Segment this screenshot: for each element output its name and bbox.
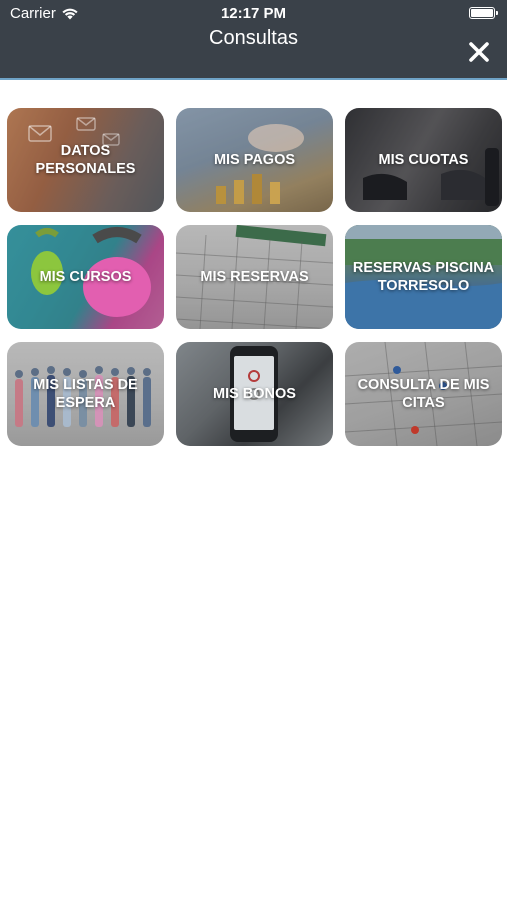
tile-label: MIS PAGOS bbox=[213, 152, 296, 168]
tile-datos-personales[interactable]: DATOS PERSONALES bbox=[7, 108, 164, 212]
header-divider bbox=[0, 78, 507, 80]
tile-label: CONSULTA DE MIS CITAS bbox=[357, 377, 490, 411]
close-icon bbox=[469, 42, 489, 62]
close-button[interactable] bbox=[467, 40, 491, 64]
tile-consulta-de-mis-citas[interactable]: CONSULTA DE MIS CITAS bbox=[345, 342, 502, 446]
tile-mis-cuotas[interactable]: MIS CUOTAS bbox=[345, 108, 502, 212]
tile-mis-cursos[interactable]: MIS CURSOS bbox=[7, 225, 164, 329]
tile-mis-bonos[interactable]: MIS BONOS bbox=[176, 342, 333, 446]
navigation-header: Carrier 12:17 PM Consultas bbox=[0, 0, 507, 79]
tile-label: MIS BONOS bbox=[213, 386, 296, 402]
tile-label: RESERVAS PISCINA TORRESOLO bbox=[352, 260, 495, 294]
tile-label: MIS LISTAS DE ESPERA bbox=[33, 377, 138, 411]
battery-icon bbox=[469, 7, 498, 19]
battery-tip bbox=[496, 11, 498, 15]
tile-reservas-piscina-torresolo[interactable]: RESERVAS PISCINA TORRESOLO bbox=[345, 225, 502, 329]
tile-mis-pagos[interactable]: MIS PAGOS bbox=[176, 108, 333, 212]
tile-mis-listas-de-espera[interactable]: MIS LISTAS DE ESPERA bbox=[7, 342, 164, 446]
tile-label: MIS RESERVAS bbox=[200, 269, 309, 285]
page-title: Consultas bbox=[209, 27, 298, 49]
status-time: 12:17 PM bbox=[220, 5, 287, 22]
tile-label: MIS CUOTAS bbox=[378, 152, 469, 168]
consultas-grid: DATOS PERSONALES MIS PAGOS MIS CUOTAS MI… bbox=[7, 108, 502, 446]
tile-label: MIS CURSOS bbox=[39, 269, 132, 285]
battery-level bbox=[471, 9, 493, 17]
status-bar: Carrier 12:17 PM bbox=[0, 0, 507, 26]
tile-mis-reservas[interactable]: MIS RESERVAS bbox=[176, 225, 333, 329]
tile-label: DATOS PERSONALES bbox=[35, 143, 136, 177]
